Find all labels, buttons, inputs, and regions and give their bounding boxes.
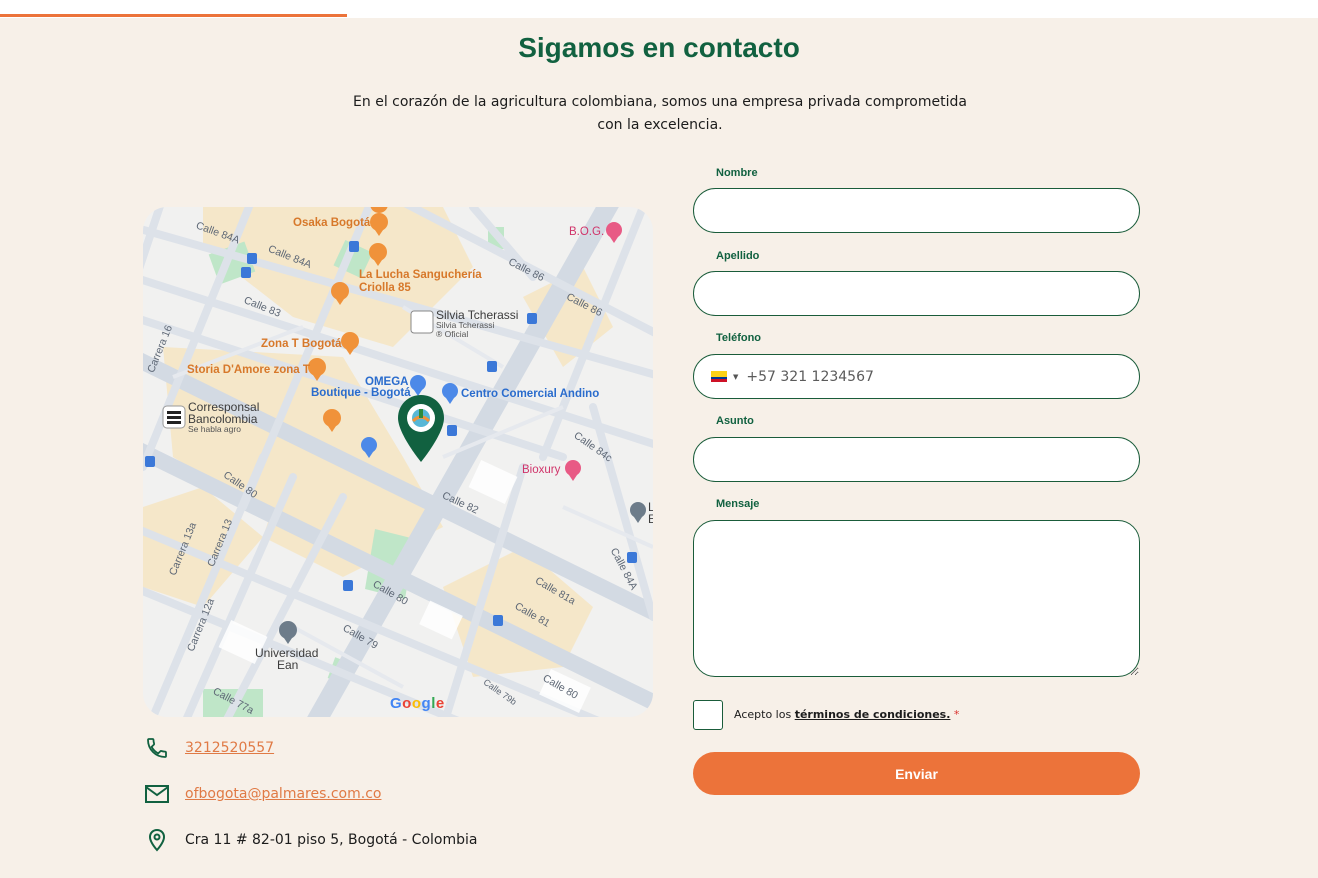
- map-label-osaka: Osaka Bogotá: [293, 217, 371, 229]
- asunto-input[interactable]: [693, 437, 1140, 482]
- map-label-edge-e: E: [648, 512, 653, 526]
- map-label-bioxury: Bioxury: [522, 464, 561, 476]
- nombre-input[interactable]: [693, 188, 1140, 233]
- submit-button[interactable]: Enviar: [693, 752, 1140, 795]
- page-title: Sigamos en contacto: [518, 32, 800, 63]
- chevron-down-icon[interactable]: ▼: [733, 373, 738, 381]
- asunto-label: Asunto: [716, 415, 754, 427]
- address-text: Cra 11 # 82-01 piso 5, Bogotá - Colombia: [185, 832, 478, 848]
- map-label-ean-2: Ean: [277, 658, 299, 672]
- mensaje-label: Mensaje: [716, 498, 760, 510]
- mensaje-textarea[interactable]: [693, 520, 1140, 677]
- contact-phone-row: 3212520557: [143, 735, 274, 761]
- phone-link[interactable]: 3212520557: [185, 740, 274, 756]
- top-bar: [0, 0, 1318, 18]
- phone-icon: [143, 735, 171, 761]
- page-subtitle: En el corazón de la agricultura colombia…: [353, 94, 967, 133]
- scroll-progress-bar: [0, 14, 347, 17]
- required-asterisk: *: [953, 708, 960, 721]
- contact-email-row: ofbogota@palmares.com.co: [143, 781, 381, 807]
- terms-prefix: Acepto los: [734, 708, 795, 721]
- map-label-la-lucha: La Lucha Sanguchería Criolla 85: [359, 269, 482, 294]
- map-label-silvia-sub2: ® Oficial: [436, 329, 469, 339]
- map-label-zona-t: Zona T Bogotá: [261, 338, 342, 350]
- telefono-field: ▼: [693, 354, 1140, 399]
- terms-link[interactable]: términos de condiciones.: [795, 708, 951, 721]
- terms-text: Acepto los términos de condiciones. *: [734, 708, 959, 721]
- terms-checkbox[interactable]: [693, 700, 723, 730]
- map-label-andino: Centro Comercial Andino: [461, 388, 600, 400]
- map-label-bancolombia-3: Se habla agro: [188, 424, 241, 434]
- telefono-input[interactable]: [746, 368, 1107, 385]
- location-map[interactable]: Osaka Bogotá La Lucha Sanguchería Crioll…: [143, 207, 653, 717]
- mail-icon: [143, 781, 171, 807]
- location-pin-icon: [143, 827, 171, 853]
- country-flag-selector[interactable]: [711, 371, 727, 382]
- nombre-label: Nombre: [716, 167, 758, 179]
- map-label-storia: Storia D'Amore zona T: [187, 364, 310, 376]
- apellido-label: Apellido: [716, 250, 760, 262]
- map-label-omega-boutique: Boutique - Bogotá: [311, 387, 411, 399]
- map-label-bog: B.O.G.: [569, 226, 605, 238]
- email-link[interactable]: ofbogota@palmares.com.co: [185, 786, 381, 802]
- google-logo: Google: [390, 695, 445, 712]
- telefono-label: Teléfono: [716, 332, 762, 344]
- contact-address-row: Cra 11 # 82-01 piso 5, Bogotá - Colombia: [143, 827, 477, 853]
- apellido-input[interactable]: [693, 271, 1140, 316]
